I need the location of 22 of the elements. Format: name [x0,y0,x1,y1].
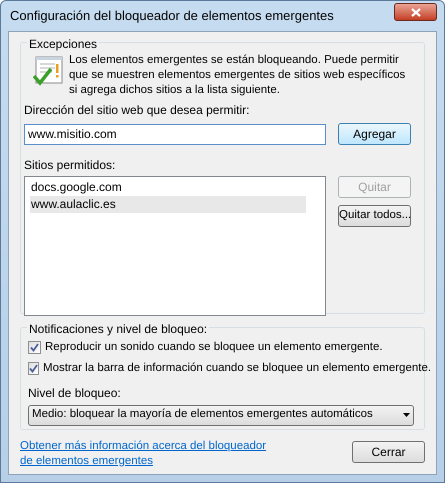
close-dialog-button[interactable]: Cerrar [352,441,425,463]
window-title: Configuración del bloqueador de elementos emergentes [9,7,334,26]
close-icon [410,8,420,16]
remove-all-button[interactable]: Quitar todos... [338,205,411,227]
checkbox[interactable] [28,341,41,354]
dropdown-arrow-icon [403,413,410,417]
sites-list[interactable]: docs.google.com www.aulaclic.es [24,176,326,316]
site-item[interactable]: www.aulaclic.es [30,196,306,213]
checkbox-label: Mostrar la barra de información cuando se bloquee un elemento emergente. [43,361,432,376]
page-check-icon [33,55,63,87]
add-button[interactable]: Agregar [338,123,411,145]
address-field[interactable]: www.misitio.com [24,124,326,144]
checkbox-label: Reproducir un sonido cuando se bloquee un elemento emergente. [45,340,383,355]
close-button[interactable] [394,3,437,21]
site-item[interactable]: docs.google.com [30,179,306,196]
checkbox[interactable] [28,362,39,376]
list-label: Sitios permitidos: [24,157,116,174]
level-dropdown[interactable]: Medio: bloquear la mayoría de elementos emergentes automáticos [28,404,414,426]
field-label: Dirección del sitio web que desea permitir: [24,102,250,119]
help-link[interactable]: Obtener más información acerca del bloqueador de elementos emergentes [20,439,280,469]
info-message: Los elementos emergentes se están bloqueando. Puede permitir que se muestren elementos emergentes de sitios web específicos si agrega dichos sitios a la lista siguiente. [69,53,406,98]
level-label: Nivel de bloqueo: [28,384,122,402]
